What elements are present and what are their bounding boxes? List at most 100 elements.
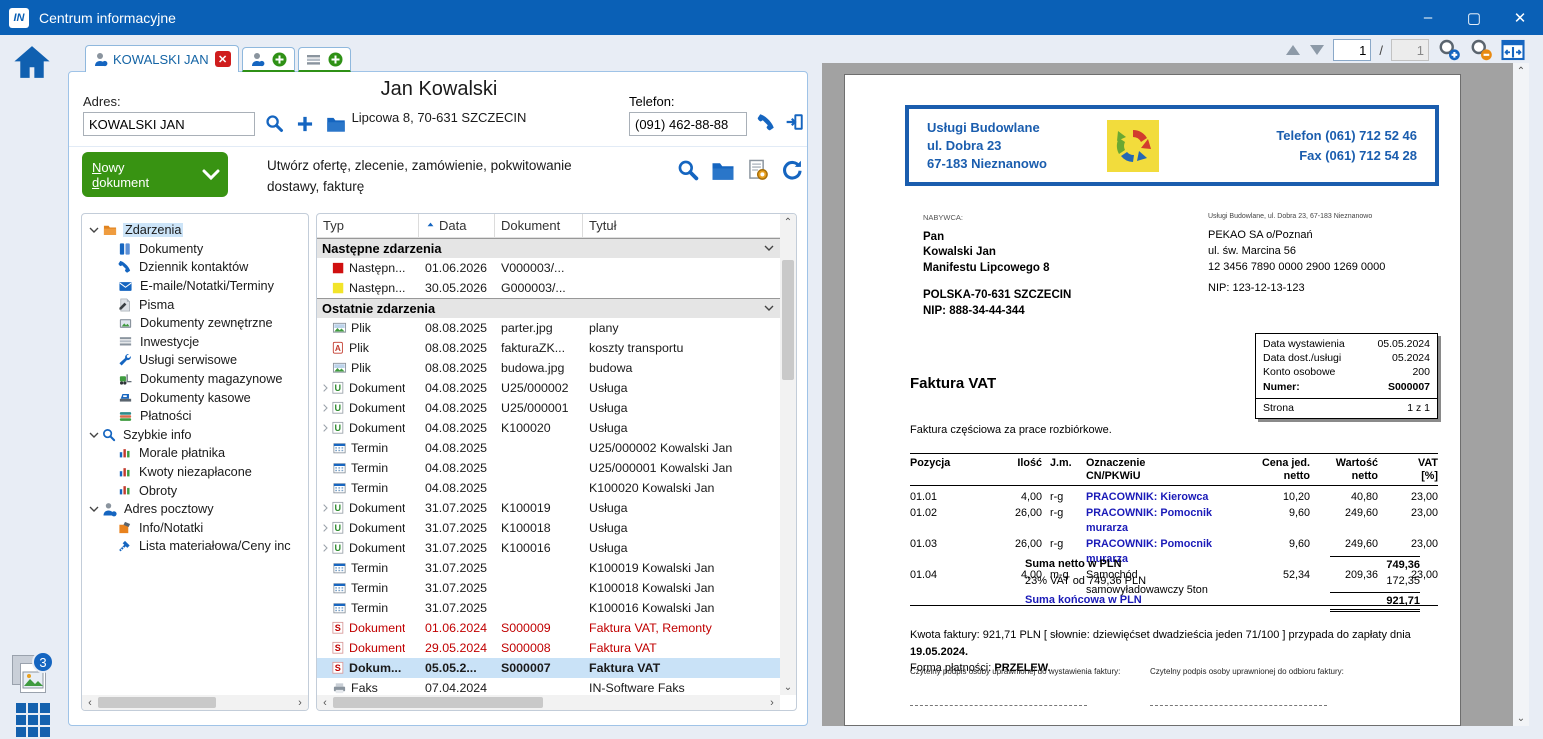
phone-input[interactable] <box>629 112 747 136</box>
tree-item-dokumenty-magazynowe[interactable]: Dokumenty magazynowe <box>82 370 308 389</box>
column-header-typ[interactable]: Typ <box>317 214 419 237</box>
tree-item-obroty[interactable]: Obroty <box>82 481 308 500</box>
event-row[interactable]: Termin 04.08.2025 U25/000002 Kowalski Ja… <box>317 438 780 458</box>
current-page-input[interactable] <box>1333 39 1371 61</box>
expand-chevron-icon[interactable] <box>86 503 102 515</box>
zoom-out-icon[interactable] <box>1469 38 1493 62</box>
tree-item-pisma[interactable]: Pisma <box>82 295 308 314</box>
tree-item-dokumenty-kasowe[interactable]: Dokumenty kasowe <box>82 388 308 407</box>
search-address-icon[interactable] <box>265 114 284 133</box>
scroll-right-icon[interactable]: › <box>292 697 308 709</box>
event-row[interactable]: SDokum... 05.05.2... S000007 Faktura VAT <box>317 658 780 678</box>
tree-item-zdarzenia[interactable]: Zdarzenia <box>82 221 308 240</box>
event-row[interactable]: Termin 31.07.2025 K100019 Kowalski Jan <box>317 558 780 578</box>
event-row[interactable]: UDokument 04.08.2025 U25/000001 Usługa <box>317 398 780 418</box>
tree-item-dokumenty-zewnętrzne[interactable]: Dokumenty zewnętrzne <box>82 314 308 333</box>
event-row[interactable]: UDokument 31.07.2025 K100018 Usługa <box>317 518 780 538</box>
exit-door-icon[interactable] <box>786 113 804 131</box>
tree-item-adres-pocztowy[interactable]: Adres pocztowy <box>82 500 308 519</box>
tree-item-kwoty-niezapłacone[interactable]: Kwoty niezapłacone <box>82 463 308 482</box>
row-expander[interactable] <box>319 522 332 534</box>
minimize-button[interactable]: – <box>1405 0 1451 35</box>
event-row[interactable]: Następn... 01.06.2026 V000003/... <box>317 258 780 278</box>
scroll-up-icon[interactable]: ⌃ <box>1517 63 1525 79</box>
tree-item-dokumenty[interactable]: Dokumenty <box>82 240 308 259</box>
page-down-icon[interactable] <box>1309 44 1325 56</box>
event-row[interactable]: Plik 08.08.2025 budowa.jpg budowa <box>317 358 780 378</box>
tree-item-szybkie-info[interactable]: Szybkie info <box>82 426 308 445</box>
event-row[interactable]: Plik 08.08.2025 parter.jpg plany <box>317 318 780 338</box>
scroll-down-icon[interactable]: ⌄ <box>1517 710 1525 726</box>
event-row[interactable]: UDokument 04.08.2025 U25/000002 Usługa <box>317 378 780 398</box>
event-row[interactable]: SDokument 01.06.2024 S000009 Faktura VAT… <box>317 618 780 638</box>
call-icon[interactable] <box>757 113 775 131</box>
search-documents-icon[interactable] <box>677 159 699 181</box>
scroll-down-icon[interactable]: ⌄ <box>784 679 792 695</box>
magnifier-icon <box>102 428 116 442</box>
photos-shortcut-icon[interactable]: 3 <box>12 655 52 695</box>
tree-item-morale-płatnika[interactable]: Morale płatnika <box>82 444 308 463</box>
scroll-up-icon[interactable]: ⌃ <box>784 214 792 230</box>
events-horizontal-scrollbar[interactable]: ‹ › <box>317 695 780 710</box>
open-folder-icon[interactable] <box>711 160 735 180</box>
scroll-left-icon[interactable]: ‹ <box>82 697 98 709</box>
home-icon[interactable] <box>13 45 51 84</box>
tree-item-e-maile-notatki-terminy[interactable]: E-maile/Notatki/Terminy <box>82 277 308 296</box>
row-expander[interactable] <box>319 402 332 414</box>
preview-vertical-scrollbar[interactable]: ⌃ ⌄ <box>1513 63 1529 726</box>
event-row[interactable]: Termin 31.07.2025 K100018 Kowalski Jan <box>317 578 780 598</box>
event-row[interactable]: UDokument 31.07.2025 K100019 Usługa <box>317 498 780 518</box>
group-header[interactable]: Ostatnie zdarzenia <box>317 298 780 318</box>
scrollbar-thumb[interactable] <box>333 697 543 708</box>
event-row[interactable]: SDokument 29.05.2024 S000008 Faktura VAT <box>317 638 780 658</box>
tree-item-info-notatki[interactable]: Info/Notatki <box>82 519 308 538</box>
group-header[interactable]: Następne zdarzenia <box>317 238 780 258</box>
collapse-chevron-icon[interactable] <box>763 302 775 317</box>
events-vertical-scrollbar[interactable]: ⌃ ⌄ <box>780 214 796 695</box>
address-input[interactable] <box>83 112 255 136</box>
tree-item-dziennik-kontaktów[interactable]: Dziennik kontaktów <box>82 258 308 277</box>
tree-item-płatności[interactable]: Płatności <box>82 407 308 426</box>
scrollbar-thumb[interactable] <box>98 697 216 708</box>
event-row[interactable]: UDokument 31.07.2025 K100016 Usługa <box>317 538 780 558</box>
event-row[interactable]: APlik 08.08.2025 fakturaZK... koszty tra… <box>317 338 780 358</box>
close-button[interactable]: ✕ <box>1497 0 1543 35</box>
event-row[interactable]: UDokument 04.08.2025 K100020 Usługa <box>317 418 780 438</box>
tab-kowalski-jan[interactable]: KOWALSKI JAN ✕ <box>85 45 239 72</box>
column-header-tytuł[interactable]: Tytuł <box>583 214 780 237</box>
expand-chevron-icon[interactable] <box>86 429 102 441</box>
column-header-data[interactable]: Data <box>419 214 495 237</box>
tree-horizontal-scrollbar[interactable]: ‹ › <box>82 695 308 710</box>
event-row[interactable]: Termin 04.08.2025 U25/000001 Kowalski Ja… <box>317 458 780 478</box>
bank-details-block: PEKAO SA o/Poznańul. św. Marcina 5612 34… <box>1208 227 1385 296</box>
tree-item-inwestycje[interactable]: Inwestycje <box>82 333 308 352</box>
column-header-dokument[interactable]: Dokument <box>495 214 583 237</box>
row-expander[interactable] <box>319 502 332 514</box>
collapse-chevron-icon[interactable] <box>763 242 775 257</box>
close-tab-icon[interactable]: ✕ <box>215 51 231 67</box>
wrench-icon <box>118 353 132 367</box>
event-row[interactable]: Następn... 30.05.2026 G000003/... <box>317 278 780 298</box>
maximize-button[interactable]: ▢ <box>1451 0 1497 35</box>
refresh-icon[interactable] <box>781 159 803 181</box>
event-row[interactable]: Termin 04.08.2025 K100020 Kowalski Jan <box>317 478 780 498</box>
row-expander[interactable] <box>319 382 332 394</box>
new-document-button[interactable]: Nowy dokument <box>82 152 228 197</box>
zoom-in-icon[interactable] <box>1437 38 1461 62</box>
event-row[interactable]: Termin 31.07.2025 K100016 Kowalski Jan <box>317 598 780 618</box>
total-row: Suma końcowa w PLN921,71 <box>1025 592 1420 612</box>
document-preview-icon[interactable] <box>747 159 769 181</box>
apps-grid-icon[interactable] <box>16 703 50 737</box>
scrollbar-thumb[interactable] <box>782 260 794 380</box>
row-expander[interactable] <box>319 542 332 554</box>
scroll-right-icon[interactable]: › <box>764 697 780 709</box>
tree-item-lista-materiałowa-ceny-inc[interactable]: Lista materiałowa/Ceny inc <box>82 537 308 556</box>
row-expander[interactable] <box>319 422 332 434</box>
tree-item-usługi-serwisowe[interactable]: Usługi serwisowe <box>82 351 308 370</box>
page-up-icon[interactable] <box>1285 44 1301 56</box>
fit-width-icon[interactable] <box>1501 39 1525 61</box>
expand-chevron-icon[interactable] <box>86 224 102 236</box>
new-project-tab-button[interactable] <box>298 47 351 72</box>
new-contact-tab-button[interactable] <box>242 47 295 72</box>
scroll-left-icon[interactable]: ‹ <box>317 697 333 709</box>
